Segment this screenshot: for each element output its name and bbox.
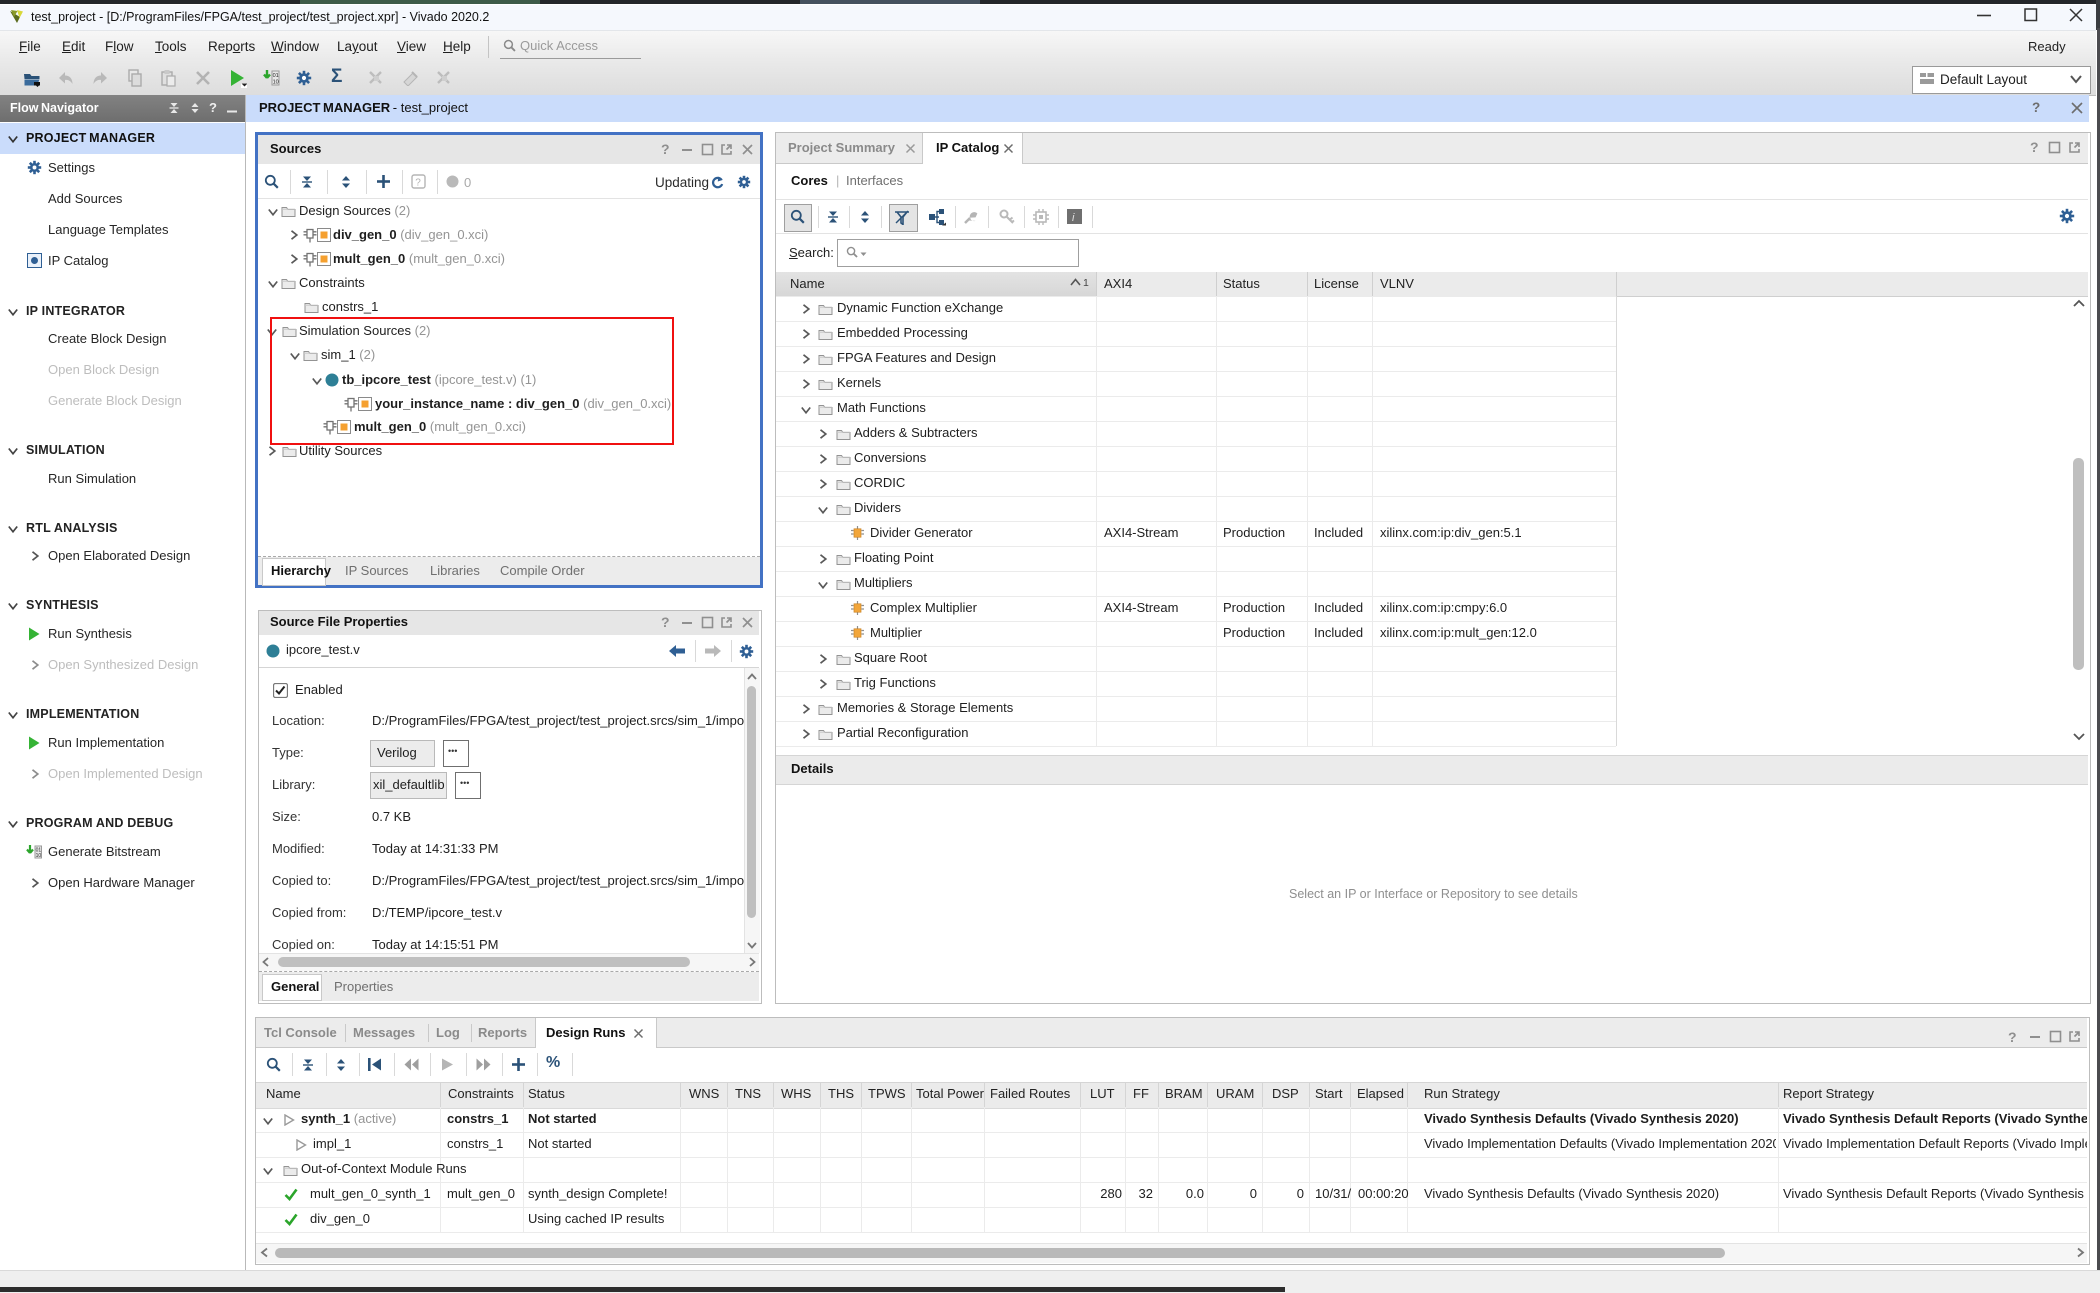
svg-text:10: 10 <box>273 80 279 86</box>
svg-text:?: ? <box>415 178 421 189</box>
svg-text:10: 10 <box>36 853 42 859</box>
svg-text:01: 01 <box>273 73 279 79</box>
